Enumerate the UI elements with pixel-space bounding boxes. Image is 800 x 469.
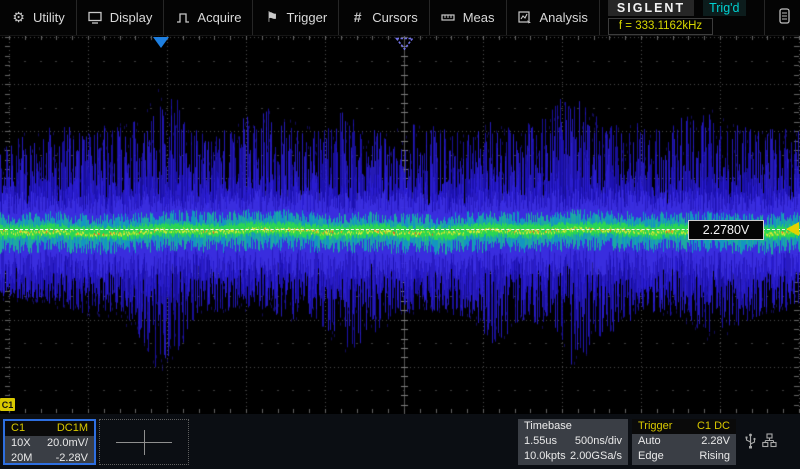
trigger-title: Trigger — [638, 419, 672, 434]
trigger-source: C1 DC — [697, 419, 730, 434]
cursor-value-label[interactable]: 2.2780V — [688, 220, 764, 240]
frequency-readout: f = 333.1162kHz — [608, 18, 713, 35]
flag-icon: ⚑ — [264, 10, 279, 25]
channel-offset-marker[interactable]: C1 — [0, 398, 15, 411]
menu-display-label: Display — [110, 10, 153, 25]
menu-analysis[interactable]: Analysis — [507, 0, 600, 35]
timebase-title: Timebase — [524, 419, 572, 434]
timebase-delay: 1.55us — [524, 434, 557, 449]
menu-acquire-label: Acquire — [197, 10, 241, 25]
cursors-icon: # — [350, 10, 365, 25]
channel-bandwidth-limit: 20M — [11, 451, 32, 465]
trigger-type: Edge — [638, 449, 664, 464]
timebase-memory-depth: 10.0kpts — [524, 449, 566, 464]
channel-offset-value: -2.28V — [56, 451, 88, 465]
top-menu-bar: ⚙ Utility Display Acquire ⚑ Trigger # Cu… — [0, 0, 800, 36]
analysis-icon — [518, 10, 533, 25]
channel-volts-per-div: 20.0mV/ — [47, 436, 88, 451]
horizontal-cursor-line[interactable] — [0, 229, 800, 230]
menu-trigger-label: Trigger — [286, 10, 327, 25]
trigger-position-marker[interactable] — [153, 37, 169, 48]
gear-icon: ⚙ — [11, 10, 26, 25]
timebase-descriptor-box[interactable]: Timebase 1.55us 500ns/div 10.0kpts 2.00G… — [518, 419, 628, 465]
crosshair-icon — [144, 430, 145, 455]
display-icon — [88, 10, 103, 25]
empty-channel-slot[interactable] — [99, 419, 189, 465]
lan-status-icon — [762, 433, 777, 448]
bottom-status-bar: C1 DC1M 10X 20.0mV/ 20M -2.28V Timebase … — [0, 414, 800, 469]
menu-meas-label: Meas — [463, 10, 495, 25]
trigger-status-badge: Trig'd — [703, 0, 745, 16]
menu-trigger[interactable]: ⚑ Trigger — [253, 0, 339, 35]
acquire-icon — [175, 10, 190, 25]
menu-meas[interactable]: Meas — [430, 0, 507, 35]
waveform-canvas — [0, 36, 800, 414]
menu-acquire[interactable]: Acquire — [164, 0, 253, 35]
trigger-delay-reference-marker[interactable] — [395, 37, 414, 56]
trigger-level-value: 2.28V — [701, 434, 730, 449]
menu-utility[interactable]: ⚙ Utility — [0, 0, 77, 35]
usb-status-icon — [744, 433, 757, 449]
timebase-scale: 500ns/div — [575, 434, 622, 449]
oscilloscope-screen: { "menu": { "items": [ {"label": "Utilit… — [0, 0, 800, 469]
channel-coupling: DC1M — [57, 421, 88, 436]
trigger-mode: Auto — [638, 434, 661, 449]
menu-utility-label: Utility — [33, 10, 65, 25]
brand-logo: SIGLENT — [608, 0, 694, 16]
menu-cursors-label: Cursors — [372, 10, 418, 25]
brand-status-block: SIGLENT Trig'd f = 333.1162kHz — [600, 0, 764, 35]
menu-list-icon — [779, 8, 790, 27]
channel-probe-attenuation: 10X — [11, 436, 31, 451]
trigger-level-marker[interactable] — [786, 222, 799, 236]
channel-1-descriptor-box[interactable]: C1 DC1M 10X 20.0mV/ 20M -2.28V — [3, 419, 96, 465]
menu-analysis-label: Analysis — [540, 10, 588, 25]
channel-name: C1 — [11, 421, 25, 436]
timebase-sample-rate: 2.00GSa/s — [570, 449, 622, 464]
waveform-display-area: 2.2780V C1 — [0, 36, 800, 414]
trigger-slope: Rising — [699, 449, 730, 464]
menu-cursors[interactable]: # Cursors — [339, 0, 430, 35]
active-panel-tab[interactable]: CURSORS — [764, 0, 800, 35]
measure-icon — [441, 10, 456, 25]
menu-display[interactable]: Display — [77, 0, 165, 35]
trigger-descriptor-box[interactable]: Trigger C1 DC Auto 2.28V Edge Rising — [632, 419, 736, 465]
